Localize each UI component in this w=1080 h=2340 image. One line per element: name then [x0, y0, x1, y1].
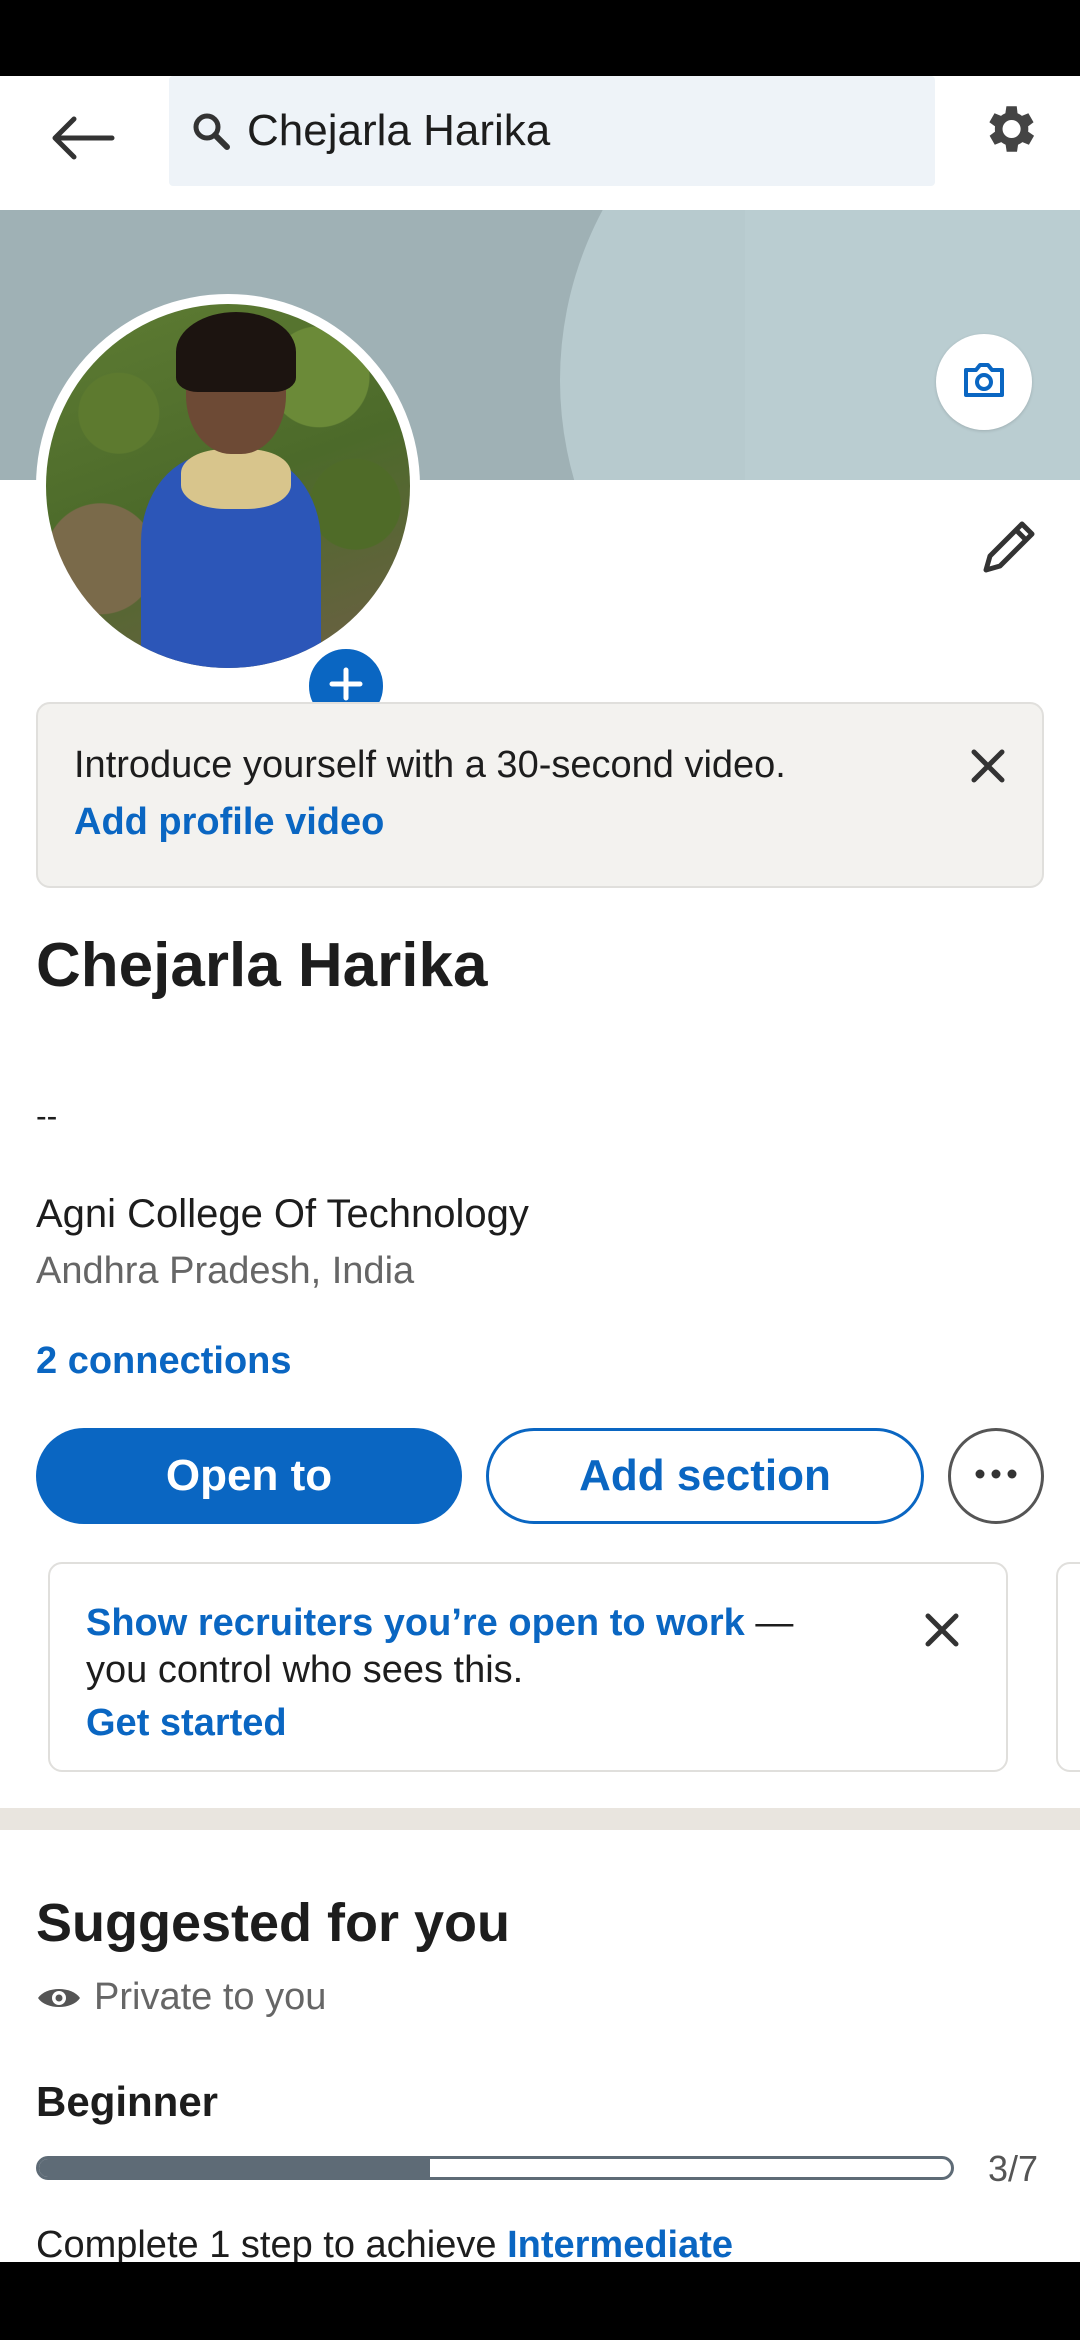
- next-level-link[interactable]: Intermediate: [507, 2224, 733, 2262]
- back-arrow-icon: [50, 115, 116, 166]
- edit-banner-button[interactable]: [936, 334, 1032, 430]
- profile-headline: --: [36, 1098, 58, 1134]
- profile-video-prompt: Introduce yourself with a 30-second vide…: [36, 702, 1044, 888]
- pencil-icon: [976, 516, 1040, 585]
- settings-button[interactable]: [972, 94, 1046, 168]
- gear-icon: [978, 98, 1040, 165]
- next-card-peek[interactable]: [1056, 1562, 1080, 1772]
- get-started-link[interactable]: Get started: [86, 1702, 1006, 1745]
- dismiss-open-to-work-button[interactable]: [912, 1602, 972, 1662]
- open-to-work-dash: —: [744, 1602, 794, 1644]
- open-to-work-highlight[interactable]: Show recruiters you’re open to work: [86, 1602, 745, 1644]
- profile-screen: Chejarla Harika Introduce yourself with …: [0, 76, 1080, 2262]
- privacy-note: Private to you: [36, 1976, 326, 2019]
- search-icon: [191, 109, 235, 153]
- top-bar: Chejarla Harika: [0, 76, 1080, 210]
- progress-count: 3/7: [988, 2148, 1039, 2189]
- back-button[interactable]: [40, 100, 126, 180]
- section-divider: [0, 1808, 1080, 1830]
- open-to-work-subtext: you control who sees this.: [86, 1649, 524, 1691]
- close-icon: [924, 1612, 960, 1653]
- next-level-hint: Complete 1 step to achieve Intermediate: [36, 2224, 733, 2262]
- connections-link[interactable]: 2 connections: [36, 1340, 292, 1383]
- profile-photo: [46, 304, 410, 668]
- photo-person-scarf: [181, 449, 291, 509]
- open-to-work-headline: Show recruiters you’re open to work —: [86, 1602, 1006, 1645]
- video-prompt-text: Introduce yourself with a 30-second vide…: [74, 744, 786, 786]
- search-query: Chejarla Harika: [247, 106, 551, 155]
- avatar[interactable]: [36, 294, 420, 678]
- add-profile-video-link[interactable]: Add profile video: [74, 801, 1042, 844]
- suggested-title: Suggested for you: [36, 1893, 511, 1953]
- next-level-prefix: Complete 1 step to achieve: [36, 2224, 508, 2262]
- dismiss-video-prompt-button[interactable]: [958, 738, 1018, 798]
- profile-college[interactable]: Agni College Of Technology: [36, 1192, 529, 1237]
- profile-strength-fill: [39, 2159, 430, 2177]
- more-dots-icon: [974, 1467, 1018, 1485]
- open-to-work-card: Show recruiters you’re open to work — yo…: [48, 1562, 1008, 1772]
- eye-icon: [36, 1981, 86, 2015]
- close-icon: [970, 748, 1006, 789]
- add-section-button[interactable]: Add section: [486, 1428, 924, 1524]
- edit-intro-button[interactable]: [970, 512, 1046, 588]
- search-input[interactable]: Chejarla Harika: [169, 76, 935, 186]
- more-actions-button[interactable]: [948, 1428, 1044, 1524]
- profile-strength-bar: [36, 2156, 954, 2180]
- profile-name: Chejarla Harika: [36, 931, 488, 1000]
- open-to-button[interactable]: Open to: [36, 1428, 462, 1524]
- photo-person-hair: [176, 312, 296, 392]
- privacy-text: Private to you: [94, 1976, 327, 2018]
- current-level: Beginner: [36, 2078, 219, 2125]
- profile-location: Andhra Pradesh, India: [36, 1250, 415, 1292]
- banner-panel: [745, 210, 1080, 480]
- camera-icon: [962, 362, 1006, 403]
